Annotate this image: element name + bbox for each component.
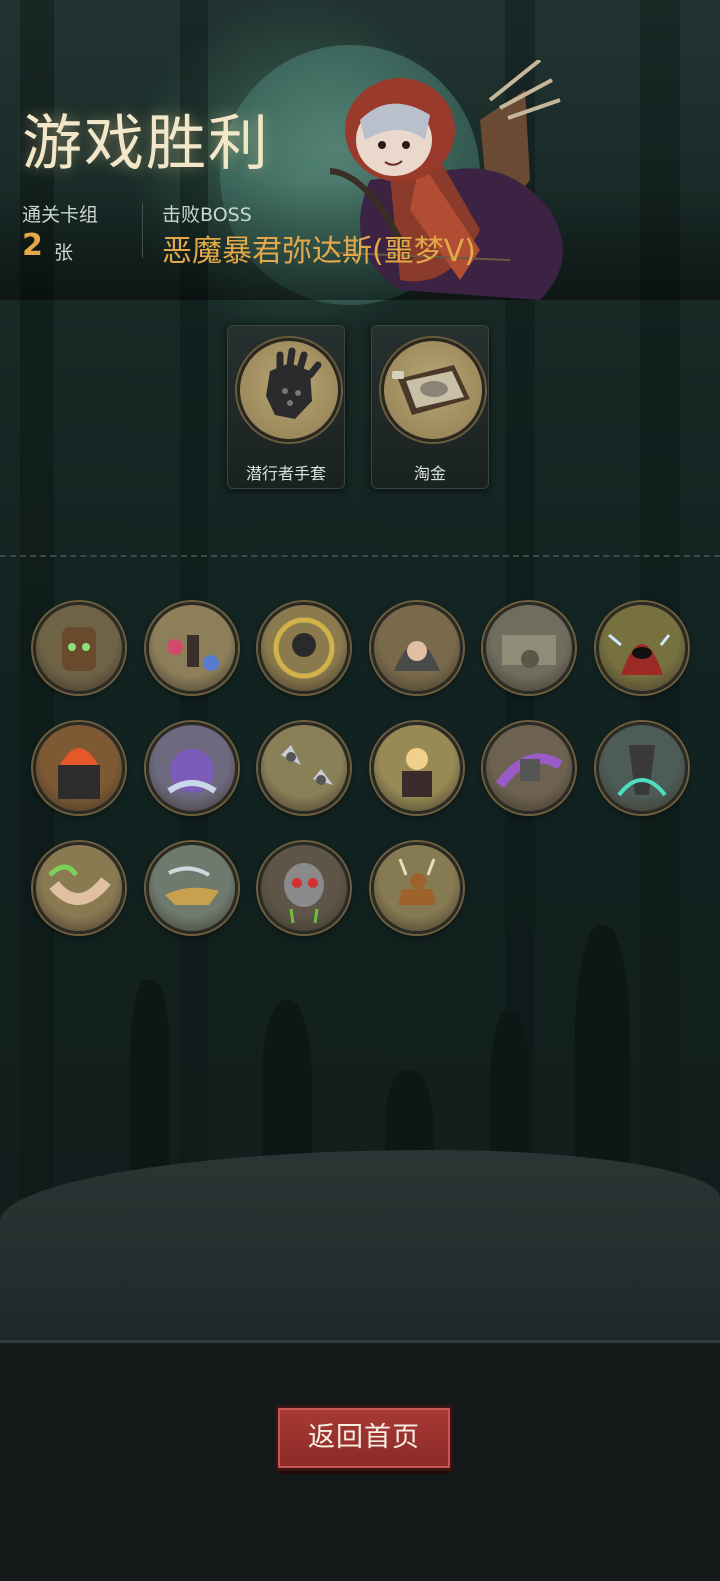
barrel-monster-icon[interactable] [33, 602, 125, 694]
deck-count: 2 [22, 228, 43, 263]
robot-skull-icon[interactable] [258, 842, 350, 934]
rock-spire [575, 925, 630, 1175]
green-claw-icon[interactable] [595, 722, 688, 814]
fire-altar-icon[interactable] [33, 722, 125, 814]
deck-unit: 张 [54, 242, 74, 264]
tentacle-monster-icon[interactable] [145, 722, 238, 814]
page-title: 游戏胜利 [22, 109, 270, 179]
deck-label: 通关卡组 [22, 204, 99, 226]
rock-spire [130, 980, 170, 1180]
relic-card-glove[interactable]: 潜行者手套 [227, 325, 345, 489]
skull-medallion-icon[interactable] [258, 602, 350, 694]
magic-lamp-icon[interactable] [145, 842, 238, 934]
return-home-button[interactable]: 返回首页 [275, 1405, 453, 1471]
red-hood-archer-illustration [330, 60, 563, 300]
red-hood-mage-icon[interactable] [595, 602, 688, 694]
stat-divider [142, 203, 143, 258]
gold-pan-icon [381, 338, 485, 442]
boss-label: 击败BOSS [162, 204, 252, 226]
deer-icon[interactable] [370, 842, 463, 934]
old-machine-icon[interactable] [483, 602, 575, 694]
green-fire-body-icon[interactable] [33, 842, 125, 934]
blonde-girl-chair-icon[interactable] [370, 722, 463, 814]
balloon-skeleton-icon[interactable] [145, 602, 238, 694]
boss-name: 恶魔暴君弥达斯(噩梦V) [162, 234, 476, 269]
section-divider [0, 555, 720, 557]
shuriken-icon[interactable] [258, 722, 350, 814]
relic-name: 淘金 [413, 464, 446, 483]
purple-slash-icon[interactable] [483, 722, 575, 814]
glove-icon [237, 338, 341, 442]
relic-name: 潜行者手套 [245, 464, 326, 483]
hooded-merchant-icon[interactable] [370, 602, 463, 694]
relic-card-gold-pan[interactable]: 淘金 [371, 325, 489, 489]
